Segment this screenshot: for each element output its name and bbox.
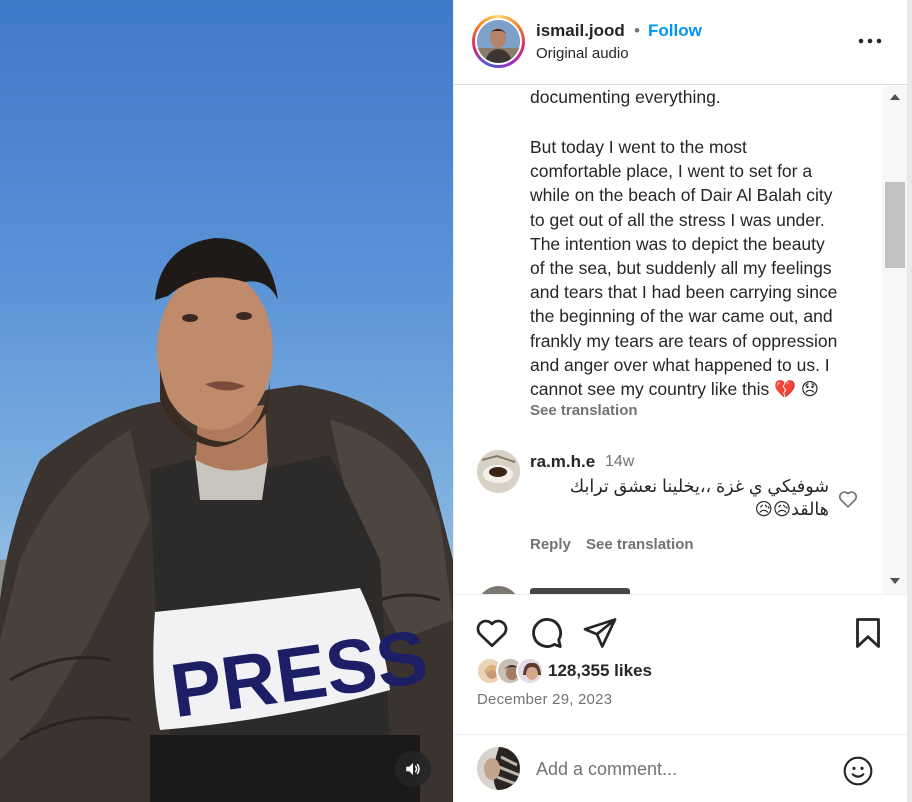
audio-link[interactable]: Original audio <box>536 45 629 62</box>
comment-reply-button[interactable]: Reply <box>530 536 571 553</box>
add-comment-input[interactable] <box>536 755 826 783</box>
liked-by-avatars[interactable] <box>476 657 548 687</box>
scrollbar[interactable] <box>882 86 908 594</box>
author-avatar-ring[interactable] <box>472 15 525 68</box>
post-video[interactable]: PRESS <box>0 0 453 802</box>
liker-avatar <box>516 657 544 685</box>
comment-see-translation-button[interactable]: See translation <box>586 536 694 553</box>
separator-dot: • <box>634 21 640 40</box>
likes-count[interactable]: 128,355 likes <box>548 661 652 681</box>
comments-scroll-area[interactable]: documenting everything. But today I went… <box>454 86 882 594</box>
mute-toggle-button[interactable] <box>395 751 431 787</box>
smiley-icon <box>843 756 873 786</box>
like-button[interactable] <box>474 615 510 651</box>
comment-avatar-next[interactable] <box>477 586 520 594</box>
modal-edge <box>907 0 912 802</box>
post-date[interactable]: December 29, 2023 <box>477 691 612 708</box>
video-frame: PRESS <box>0 238 453 802</box>
heart-outline-icon <box>838 491 858 508</box>
author-avatar <box>477 20 520 63</box>
bookmark-icon <box>856 618 880 648</box>
save-button[interactable] <box>850 615 886 651</box>
follow-button[interactable]: Follow <box>648 21 702 41</box>
post-header: ismail.jood • Follow Original audio <box>454 0 908 85</box>
heart-icon <box>476 619 508 648</box>
post-details-panel: ismail.jood • Follow Original audio docu… <box>453 0 908 802</box>
more-horizontal-icon <box>858 38 882 44</box>
more-options-button[interactable] <box>856 27 884 55</box>
comment-timestamp[interactable]: 14w <box>605 453 634 471</box>
emoji-picker-button[interactable] <box>842 755 874 787</box>
comment-username[interactable]: ra.m.h.e <box>530 452 595 472</box>
caption-text: But today I went to the most comfortable… <box>530 137 838 400</box>
speech-bubble-icon <box>532 618 562 648</box>
paper-plane-icon <box>583 618 617 648</box>
post-actions: 128,355 likes December 29, 2023 <box>454 594 908 744</box>
caption-first-line: documenting everything. <box>530 87 721 107</box>
scroll-up-arrow-icon[interactable] <box>888 92 902 102</box>
speaker-icon <box>406 763 420 775</box>
caption-see-translation-button[interactable]: See translation <box>530 402 638 419</box>
comment-like-button[interactable] <box>837 488 859 510</box>
add-comment-bar <box>454 734 908 802</box>
current-user-avatar[interactable] <box>477 747 520 790</box>
share-button[interactable] <box>582 615 618 651</box>
comment-avatar[interactable] <box>477 450 520 493</box>
scroll-down-arrow-icon[interactable] <box>888 576 902 586</box>
comment-text: شوفيكي ي غزة ،،يخلينا نعشق ترابك هالقد😥😥 <box>569 476 829 519</box>
scrollbar-thumb[interactable] <box>885 182 905 268</box>
author-username[interactable]: ismail.jood <box>536 21 625 41</box>
comment-button[interactable] <box>528 615 564 651</box>
